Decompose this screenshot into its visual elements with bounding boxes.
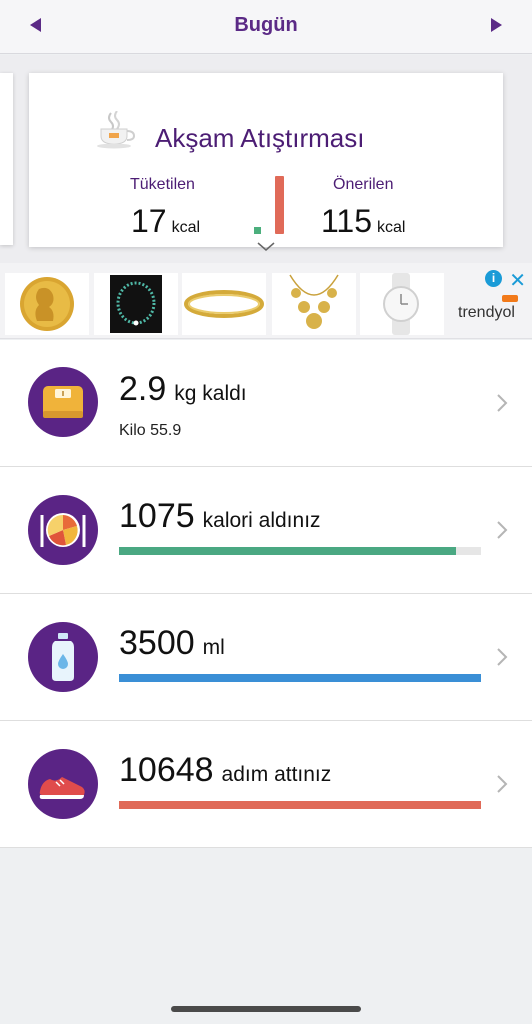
meal-title: Akşam Atıştırması bbox=[155, 123, 365, 153]
chevron-right-icon bbox=[497, 648, 508, 666]
recommended-value: 115 kcal bbox=[321, 203, 405, 240]
sneaker-icon bbox=[39, 777, 85, 799]
meal-card[interactable]: Akşam Atıştırması Tüketilen 17 kcal Öneri… bbox=[29, 73, 503, 251]
tea-cup-icon bbox=[97, 111, 136, 149]
necklace-icon bbox=[110, 275, 162, 333]
calories-number: 1075 bbox=[119, 497, 195, 535]
trendyol-logo: trendyol bbox=[458, 295, 518, 321]
water-unit: ml bbox=[202, 636, 225, 659]
weight-current: Kilo 55.9 bbox=[119, 422, 182, 439]
bracelet-icon bbox=[184, 290, 264, 318]
weight-icon-circle bbox=[28, 367, 98, 437]
calories-icon-circle bbox=[28, 495, 98, 565]
weight-row[interactable]: 2.9 kg kaldı Kilo 55.9 bbox=[0, 340, 532, 467]
water-row[interactable]: 3500 ml bbox=[0, 594, 532, 721]
calories-value: 1075 kalori aldınız bbox=[119, 497, 321, 536]
consumed-label: Tüketilen bbox=[130, 176, 195, 193]
consumed-number: 17 bbox=[131, 203, 167, 239]
water-progress bbox=[119, 674, 481, 682]
weight-value: 2.9 kg kaldı bbox=[119, 370, 247, 409]
ad-banner[interactable]: i ✕ trendyol bbox=[0, 263, 532, 339]
coin-necklace-icon bbox=[289, 274, 339, 329]
ad-info-icon[interactable]: i bbox=[485, 270, 502, 287]
ad-item-gold-coin[interactable] bbox=[5, 273, 89, 335]
date-title: Bugün bbox=[234, 14, 298, 36]
recommended-unit: kcal bbox=[377, 219, 406, 236]
weight-number: 2.9 bbox=[119, 370, 167, 408]
steps-value: 10648 adım attınız bbox=[119, 751, 331, 790]
date-header: Bugün bbox=[0, 0, 532, 54]
steps-number: 10648 bbox=[119, 751, 214, 789]
water-icon-circle bbox=[28, 622, 98, 692]
ad-item-white-watch[interactable] bbox=[360, 273, 444, 335]
gold-coin-icon bbox=[20, 277, 74, 331]
ad-item-gold-bracelet[interactable] bbox=[182, 273, 266, 335]
consumed-bar bbox=[254, 227, 261, 234]
recommended-label: Önerilen bbox=[333, 176, 394, 193]
chevron-right-icon bbox=[497, 775, 508, 793]
stats-list: 2.9 kg kaldı Kilo 55.9 1075 kalori aldınız bbox=[0, 340, 532, 848]
chevron-right-icon bbox=[497, 521, 508, 539]
plate-icon bbox=[40, 513, 86, 547]
water-bottle-icon bbox=[52, 633, 74, 681]
consumed-value: 17 kcal bbox=[131, 203, 200, 240]
calories-progress bbox=[119, 547, 481, 555]
ad-item-bead-necklace[interactable] bbox=[94, 273, 178, 335]
chevron-down-icon[interactable] bbox=[257, 241, 275, 253]
ad-item-coin-necklace[interactable] bbox=[272, 273, 356, 335]
home-indicator[interactable] bbox=[171, 1006, 361, 1012]
chevron-right-icon bbox=[497, 394, 508, 412]
steps-progress-fill bbox=[119, 801, 481, 809]
calories-unit: kalori aldınız bbox=[202, 509, 321, 532]
recommended-number: 115 bbox=[321, 203, 373, 239]
water-value: 3500 ml bbox=[119, 624, 225, 663]
steps-progress bbox=[119, 801, 481, 809]
steps-row[interactable]: 10648 adım attınız bbox=[0, 721, 532, 848]
meal-carousel[interactable]: Akşam Atıştırması Tüketilen 17 kcal Öneri… bbox=[0, 55, 532, 263]
recommended-bar bbox=[275, 176, 284, 234]
scale-icon bbox=[43, 386, 83, 418]
calories-row[interactable]: 1075 kalori aldınız bbox=[0, 467, 532, 594]
water-progress-fill bbox=[119, 674, 481, 682]
consumed-unit: kcal bbox=[171, 219, 201, 236]
steps-unit: adım attınız bbox=[221, 763, 332, 786]
watch-icon bbox=[383, 273, 419, 335]
steps-icon-circle bbox=[28, 749, 98, 819]
calories-progress-fill bbox=[119, 547, 456, 555]
previous-meal-card[interactable] bbox=[0, 73, 13, 245]
ad-close-icon[interactable]: ✕ bbox=[509, 268, 526, 293]
water-number: 3500 bbox=[119, 624, 195, 662]
next-day-icon[interactable] bbox=[491, 18, 502, 32]
ad-brand-text: trendyol bbox=[458, 304, 515, 321]
weight-unit: kg kaldı bbox=[174, 382, 247, 405]
